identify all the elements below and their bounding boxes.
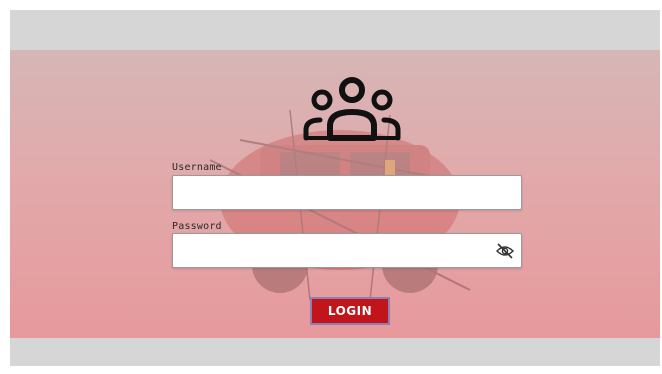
password-input[interactable]	[172, 233, 522, 268]
username-input[interactable]	[172, 175, 522, 210]
login-panel: Username Password LOGIN	[10, 50, 660, 338]
users-group-icon	[303, 77, 401, 141]
eye-off-icon[interactable]	[496, 243, 514, 259]
login-button[interactable]: LOGIN	[310, 297, 390, 325]
password-label: Password	[172, 221, 222, 232]
username-label: Username	[172, 162, 222, 173]
app-window: Username Password LOGIN	[10, 10, 660, 366]
